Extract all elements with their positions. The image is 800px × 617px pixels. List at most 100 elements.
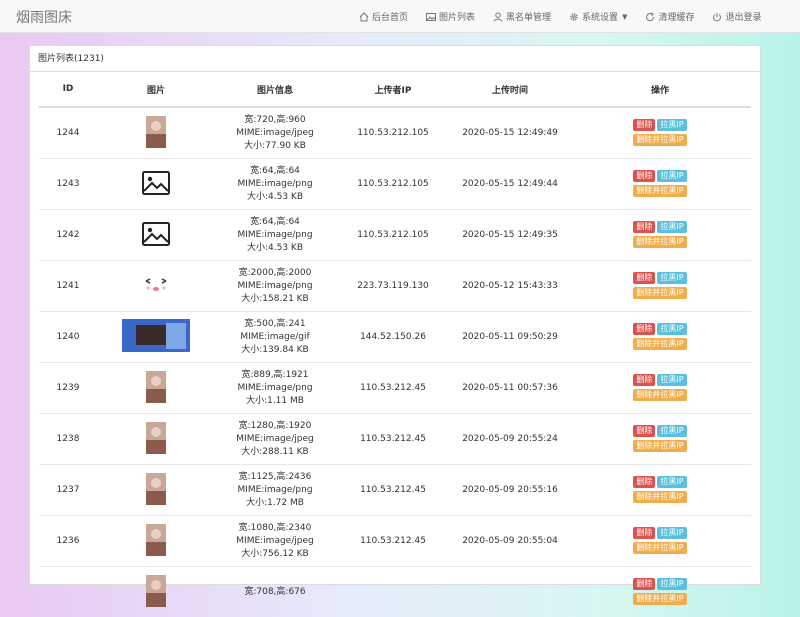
image-icon[interactable] (142, 171, 170, 198)
row-thumbnail[interactable] (97, 107, 215, 159)
row-thumbnail[interactable] (97, 312, 215, 363)
nav-blacklist[interactable]: 黑名单管理 (484, 0, 560, 33)
block-ip-button[interactable]: 拉黑IP (657, 170, 686, 182)
delete-button[interactable]: 删除 (633, 425, 655, 437)
delete-and-block-button[interactable]: 删除并拉黑IP (633, 491, 686, 503)
image-icon[interactable] (142, 222, 170, 249)
block-ip-button[interactable]: 拉黑IP (657, 527, 686, 539)
row-dimensions: 宽:1125,高:2436 (215, 471, 335, 484)
row-mime: MIME:image/png (215, 280, 335, 293)
row-filesize: 大小:77.90 KB (215, 140, 335, 153)
row-thumbnail[interactable] (97, 414, 215, 465)
chevron-down-icon: ▼ (622, 13, 627, 21)
photo-portrait[interactable] (146, 116, 166, 151)
nav-settings[interactable]: 系统设置 ▼ (560, 0, 636, 33)
delete-button[interactable]: 删除 (633, 272, 655, 284)
delete-and-block-button[interactable]: 删除并拉黑IP (633, 185, 686, 197)
nav-clear-cache[interactable]: 清理缓存 (636, 0, 703, 33)
row-thumbnail[interactable] (97, 516, 215, 567)
row-id: 1236 (39, 516, 97, 567)
nav-logout-label: 退出登录 (725, 10, 761, 23)
nav-home-label: 后台首页 (372, 10, 408, 23)
row-actions: 删除拉黑IP 删除并拉黑IP (569, 159, 751, 210)
nav-image-list-label: 图片列表 (439, 10, 475, 23)
row-filesize: 大小:158.21 KB (215, 293, 335, 306)
row-ip: 110.53.212.105 (335, 107, 451, 159)
delete-and-block-button[interactable]: 删除并拉黑IP (633, 134, 686, 146)
power-icon (712, 12, 722, 22)
row-mime: MIME:image/png (215, 178, 335, 191)
block-ip-button[interactable]: 拉黑IP (657, 374, 686, 386)
block-ip-button[interactable]: 拉黑IP (657, 476, 686, 488)
row-id (39, 567, 97, 617)
photo-portrait[interactable] (146, 524, 166, 559)
row-thumbnail[interactable] (97, 363, 215, 414)
row-ip: 110.53.212.45 (335, 516, 451, 567)
block-ip-button[interactable]: 拉黑IP (657, 323, 686, 335)
block-ip-button[interactable]: 拉黑IP (657, 119, 686, 131)
delete-and-block-button[interactable]: 删除并拉黑IP (633, 440, 686, 452)
delete-button[interactable]: 删除 (633, 476, 655, 488)
row-id: 1244 (39, 107, 97, 159)
photo-portrait[interactable] (146, 575, 166, 610)
row-time: 2020-05-15 12:49:49 (451, 107, 569, 159)
row-mime: MIME:image/png (215, 229, 335, 242)
row-thumbnail[interactable] (97, 465, 215, 516)
row-mime: MIME:image/jpeg (215, 433, 335, 446)
row-time: 2020-05-09 20:55:04 (451, 516, 569, 567)
row-info: 宽:1125,高:2436MIME:image/png大小:1.72 MB (215, 465, 335, 516)
row-ip: 110.53.212.105 (335, 159, 451, 210)
row-dimensions: 宽:1280,高:1920 (215, 420, 335, 433)
table-row: 1243宽:64,高:64MIME:image/png大小:4.53 KB110… (39, 159, 751, 210)
row-id: 1241 (39, 261, 97, 312)
delete-button[interactable]: 删除 (633, 374, 655, 386)
block-ip-button[interactable]: 拉黑IP (657, 221, 686, 233)
delete-and-block-button[interactable]: 删除并拉黑IP (633, 236, 686, 248)
row-thumbnail[interactable] (97, 210, 215, 261)
row-filesize: 大小:4.53 KB (215, 191, 335, 204)
row-thumbnail[interactable] (97, 159, 215, 210)
row-time: 2020-05-11 09:50:29 (451, 312, 569, 363)
row-ip: 110.53.212.105 (335, 210, 451, 261)
delete-button[interactable]: 删除 (633, 221, 655, 233)
delete-button[interactable]: 删除 (633, 527, 655, 539)
nav-logout[interactable]: 退出登录 (703, 0, 770, 33)
delete-and-block-button[interactable]: 删除并拉黑IP (633, 338, 686, 350)
photo-portrait[interactable] (146, 473, 166, 508)
photo-wide[interactable] (122, 319, 190, 355)
row-filesize: 大小:139.84 KB (215, 344, 335, 357)
delete-and-block-button[interactable]: 删除并拉黑IP (633, 389, 686, 401)
row-filesize: 大小:756.12 KB (215, 548, 335, 561)
delete-button[interactable]: 删除 (633, 119, 655, 131)
delete-and-block-button[interactable]: 删除并拉黑IP (633, 542, 686, 554)
block-ip-button[interactable]: 拉黑IP (657, 272, 686, 284)
nav-blacklist-label: 黑名单管理 (506, 10, 551, 23)
row-actions: 删除拉黑IP 删除并拉黑IP (569, 567, 751, 617)
delete-button[interactable]: 删除 (633, 170, 655, 182)
header-actions: 操作 (569, 72, 751, 107)
table-row: 1238宽:1280,高:1920MIME:image/jpeg大小:288.1… (39, 414, 751, 465)
row-info: 宽:2000,高:2000MIME:image/png大小:158.21 KB (215, 261, 335, 312)
nav-image-list[interactable]: 图片列表 (417, 0, 484, 33)
nav-home[interactable]: 后台首页 (350, 0, 417, 33)
row-mime: MIME:image/jpeg (215, 127, 335, 140)
row-dimensions: 宽:720,高:960 (215, 114, 335, 127)
table-row: 1244 宽:720,高:960MIME:image/jpeg大小:77.90 K… (39, 107, 751, 159)
table-row: 1242宽:64,高:64MIME:image/png大小:4.53 KB110… (39, 210, 751, 261)
delete-button[interactable]: 删除 (633, 323, 655, 335)
row-mime: MIME:image/jpeg (215, 535, 335, 548)
delete-button[interactable]: 删除 (633, 578, 655, 590)
photo-portrait[interactable] (146, 371, 166, 406)
block-ip-button[interactable]: 拉黑IP (657, 425, 686, 437)
brand-title[interactable]: 烟雨图床 (16, 7, 72, 27)
row-thumbnail[interactable] (97, 261, 215, 312)
delete-and-block-button[interactable]: 删除并拉黑IP (633, 593, 686, 605)
emoji-face[interactable] (143, 276, 169, 297)
row-id: 1239 (39, 363, 97, 414)
row-actions: 删除拉黑IP 删除并拉黑IP (569, 261, 751, 312)
block-ip-button[interactable]: 拉黑IP (657, 578, 686, 590)
photo-portrait[interactable] (146, 422, 166, 457)
row-thumbnail[interactable] (97, 567, 215, 617)
delete-and-block-button[interactable]: 删除并拉黑IP (633, 287, 686, 299)
table-row: 1236宽:1080,高:2340MIME:image/jpeg大小:756.1… (39, 516, 751, 567)
